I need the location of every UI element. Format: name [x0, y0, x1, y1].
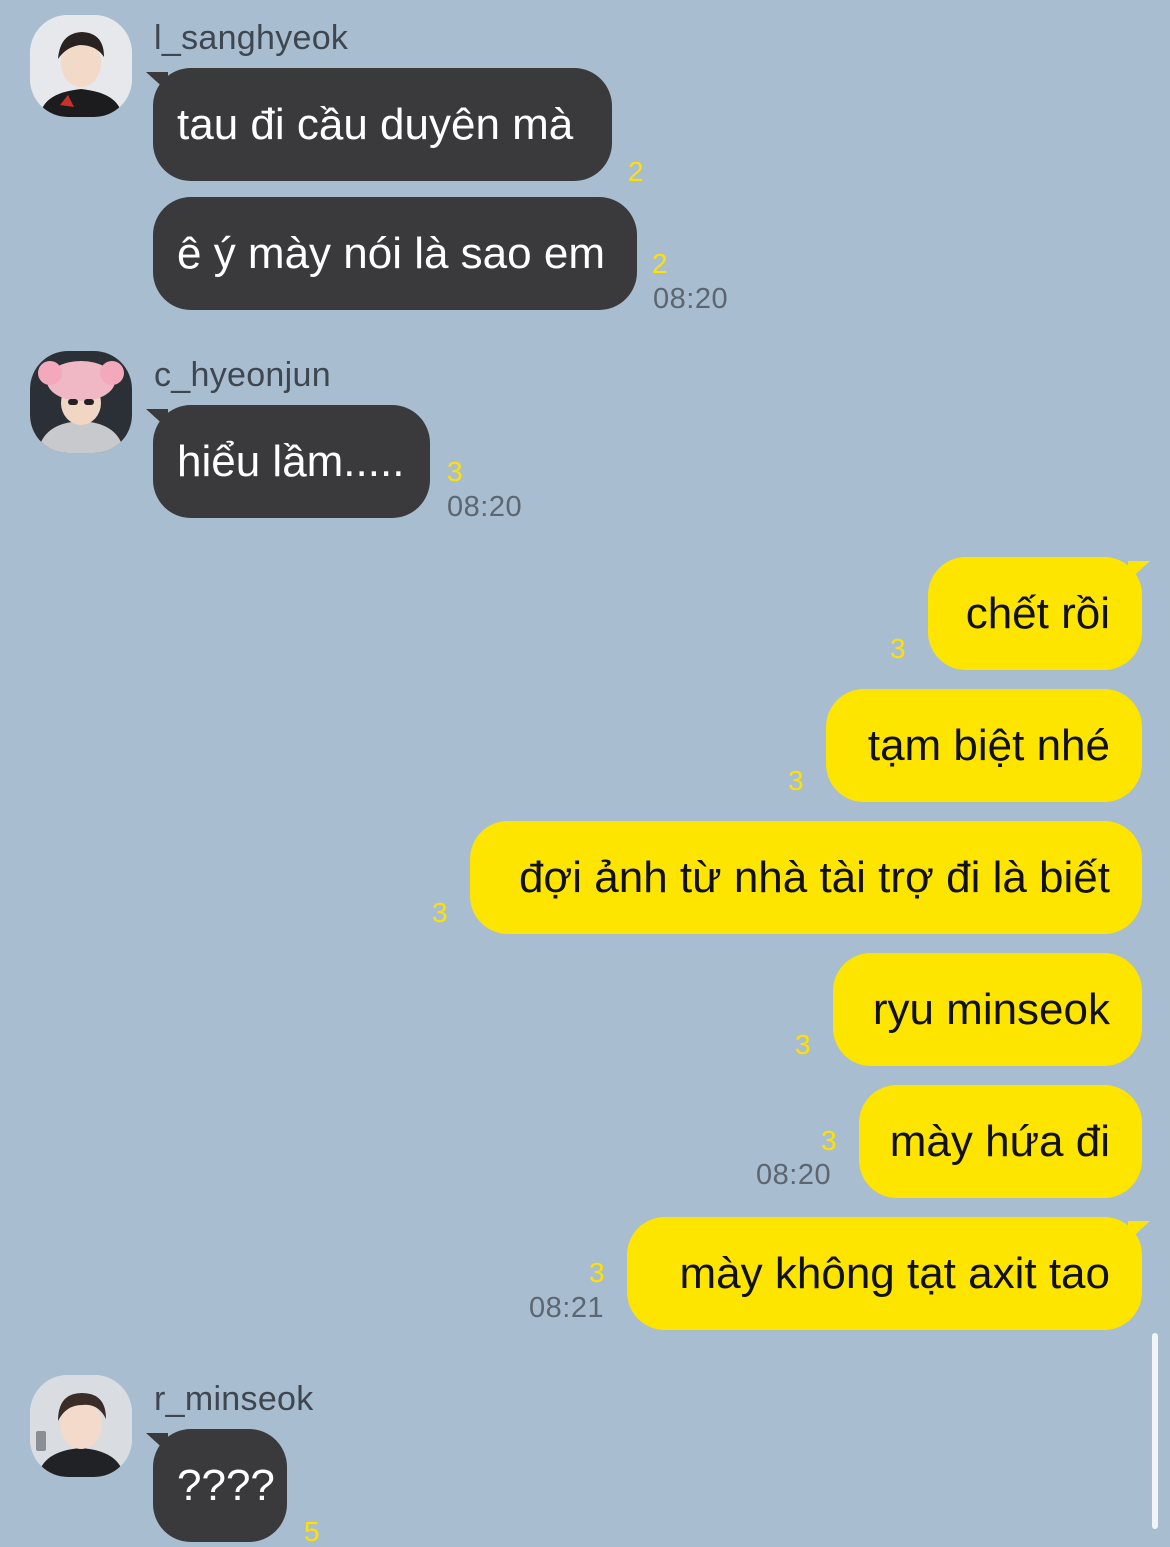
message-text: mày không tạt axit tao [679, 1248, 1110, 1298]
avatar-l-sanghyeok[interactable] [30, 15, 132, 117]
unread-count: 3 [890, 633, 906, 664]
message-bubble-incoming[interactable]: ???? [153, 1429, 287, 1542]
unread-count: 3 [795, 1029, 811, 1060]
message-time: 08:21 [529, 1292, 605, 1324]
avatar-r-minseok[interactable] [30, 1375, 132, 1477]
message-text: ryu minseok [872, 984, 1110, 1034]
message-text: tau đi cầu duyên mà [177, 99, 574, 149]
unread-count: 3 [432, 897, 448, 928]
message-bubble-outgoing[interactable]: ryu minseok [833, 953, 1142, 1066]
message-text: hiểu lầm..... [177, 436, 405, 486]
message-text: ???? [177, 1460, 275, 1510]
message-time: 08:20 [756, 1159, 832, 1191]
avatar-photo [30, 15, 132, 117]
message-text: đợi ảnh từ nhà tài trợ đi là biết [518, 852, 1110, 902]
sender-name: l_sanghyeok [154, 19, 349, 57]
message-bubble-incoming[interactable]: ê ý mày nói là sao em [153, 197, 637, 310]
message-bubble-outgoing[interactable]: mày không tạt axit tao [627, 1217, 1142, 1330]
message-text: tạm biệt nhé [867, 720, 1110, 770]
avatar-photo [30, 1375, 132, 1477]
message-text: mày hứa đi [889, 1116, 1110, 1166]
sender-name: r_minseok [154, 1380, 314, 1418]
avatar-photo [30, 351, 132, 453]
message-bubble-outgoing[interactable]: đợi ảnh từ nhà tài trợ đi là biết [470, 821, 1142, 934]
message-time: 08:20 [447, 491, 523, 523]
sender-name: c_hyeonjun [154, 356, 331, 394]
avatar-c-hyeonjun[interactable] [30, 351, 132, 453]
unread-count: 2 [652, 248, 668, 279]
unread-count: 3 [788, 765, 804, 796]
message-bubble-outgoing[interactable]: chết rồi [928, 557, 1142, 670]
message-text: chết rồi [965, 588, 1110, 638]
unread-count: 2 [628, 156, 644, 187]
message-bubble-incoming[interactable]: hiểu lầm..... [153, 405, 430, 518]
unread-count: 3 [821, 1125, 837, 1156]
message-text: ê ý mày nói là sao em [177, 228, 605, 278]
unread-count: 3 [447, 456, 463, 487]
message-time: 08:20 [653, 283, 729, 315]
message-bubble-incoming[interactable]: tau đi cầu duyên mà [153, 68, 612, 181]
unread-count: 3 [589, 1257, 605, 1288]
message-bubble-outgoing[interactable]: tạm biệt nhé [826, 689, 1142, 802]
unread-count: 5 [304, 1516, 320, 1547]
scrollbar-thumb[interactable] [1152, 1333, 1158, 1529]
message-bubble-outgoing[interactable]: mày hứa đi [859, 1085, 1142, 1198]
